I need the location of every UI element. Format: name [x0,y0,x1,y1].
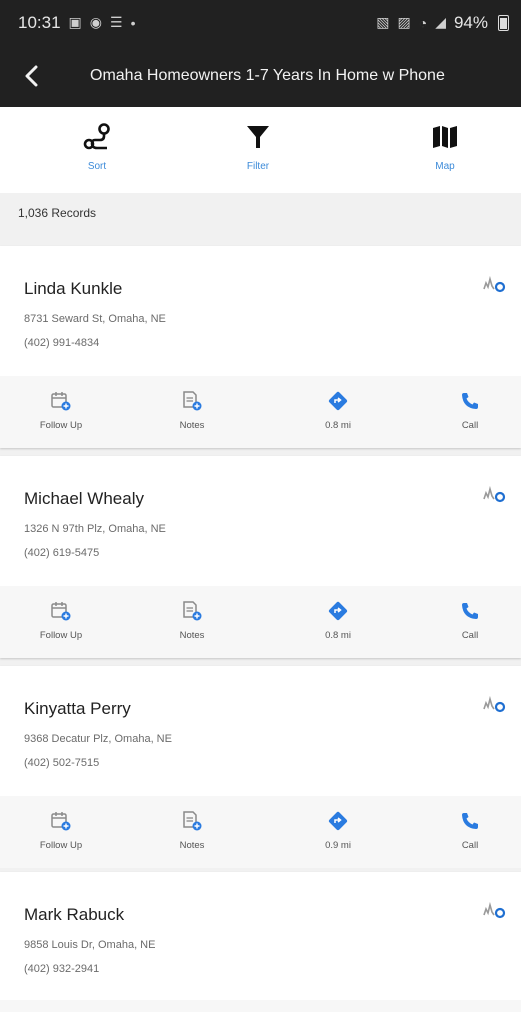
back-arrow-icon [25,65,38,87]
map-button[interactable]: Map [405,117,485,172]
contact-card[interactable]: Michael Whealy 1326 N 97th Plz, Omaha, N… [0,456,521,658]
calendar-add-icon [51,812,71,831]
follow-up-label: Follow Up [39,630,83,641]
app-bar: Omaha Homeowners 1-7 Years In Home w Pho… [0,45,521,107]
back-button[interactable] [16,56,48,96]
notes-add-icon [183,391,202,411]
filter-icon [247,126,269,148]
phone-icon [462,393,478,409]
notification-icon: ▣ [68,14,82,30]
card-actions: Follow Up Notes 0.8 mi Call [0,376,521,448]
filter-label: Filter [246,161,270,172]
calendar-add-icon [51,392,71,411]
phone-icon [462,603,478,619]
follow-up-button[interactable]: Follow Up [16,386,106,431]
records-count: 1,036 Records [18,206,97,220]
mute-icon: ▨ [397,14,411,30]
contact-name: Kinyatta Perry [24,699,131,718]
lead-score-icon[interactable] [481,274,507,294]
nfc-icon: ▧ [376,14,390,30]
contact-name: Mark Rabuck [24,905,125,924]
call-button[interactable]: Call [425,596,515,641]
distance-label: 0.9 mi [325,840,351,851]
contact-phone: (402) 619-5475 [24,547,100,559]
status-time: 10:31 [18,12,61,32]
map-label: Map [435,161,455,172]
card-actions [0,1000,521,1012]
calendar-add-icon [51,602,71,621]
contact-address: 9368 Decatur Plz, Omaha, NE [24,733,172,745]
distance-label: 0.8 mi [325,420,351,431]
contact-phone: (402) 991-4834 [24,337,100,349]
directions-icon [328,391,348,411]
phone-icon [462,813,478,829]
notes-button[interactable]: Notes [147,806,237,851]
follow-up-button[interactable]: Follow Up [16,596,106,641]
notes-add-icon [183,601,202,621]
follow-up-label: Follow Up [39,840,83,851]
lead-score-icon[interactable] [481,484,507,504]
battery-icon [498,14,509,31]
sort-label: Sort [87,161,107,172]
contact-card[interactable]: Mark Rabuck 9858 Louis Dr, Omaha, NE (40… [0,872,521,1012]
battery-percent: 94% [453,12,488,32]
wifi-icon: ◔ [418,14,428,31]
contact-address: 9858 Louis Dr, Omaha, NE [24,939,156,951]
contact-address: 8731 Seward St, Omaha, NE [24,313,166,325]
directions-icon [328,811,348,831]
dot-icon: • [130,14,136,31]
directions-button[interactable]: 0.8 mi [293,386,383,431]
card-actions: Follow Up Notes 0.9 mi Call [0,796,521,868]
call-button[interactable]: Call [425,386,515,431]
contact-card[interactable]: Linda Kunkle 8731 Seward St, Omaha, NE (… [0,246,521,448]
contact-address: 1326 N 97th Plz, Omaha, NE [24,523,166,535]
app-notification-icon: ◉ [89,14,102,30]
contact-phone: (402) 932-2941 [24,963,100,975]
notes-label: Notes [179,630,205,641]
news-icon: ☰ [110,14,123,30]
call-label: Call [461,420,479,431]
contact-phone: (402) 502-7515 [24,757,100,769]
filter-button[interactable]: Filter [218,117,298,172]
lead-score-icon[interactable] [481,900,507,920]
contact-name: Linda Kunkle [24,279,123,298]
sort-button[interactable]: Sort [57,117,137,172]
call-button[interactable]: Call [425,806,515,851]
status-bar: 10:31 ▣ ◉ ☰ • ▧ ▨ ◔ ◢ 94% [0,0,521,45]
directions-button[interactable]: 0.9 mi [293,806,383,851]
follow-up-label: Follow Up [39,420,83,431]
call-label: Call [461,630,479,641]
page-title: Omaha Homeowners 1-7 Years In Home w Pho… [90,67,445,84]
card-actions: Follow Up Notes 0.8 mi Call [0,586,521,658]
map-icon [433,126,457,148]
notes-button[interactable]: Notes [147,386,237,431]
notes-add-icon [183,811,202,831]
signal-icon: ◢ [435,14,446,30]
contact-card[interactable]: Kinyatta Perry 9368 Decatur Plz, Omaha, … [0,666,521,868]
notes-label: Notes [179,420,205,431]
directions-icon [328,601,348,621]
contact-name: Michael Whealy [24,489,144,508]
directions-button[interactable]: 0.8 mi [293,596,383,641]
sort-route-icon [83,123,110,150]
list-toolbar: Sort Filter Map [0,107,521,193]
notes-button[interactable]: Notes [147,596,237,641]
lead-score-icon[interactable] [481,694,507,714]
call-label: Call [461,840,479,851]
distance-label: 0.8 mi [325,630,351,641]
follow-up-button[interactable]: Follow Up [16,806,106,851]
notes-label: Notes [179,840,205,851]
